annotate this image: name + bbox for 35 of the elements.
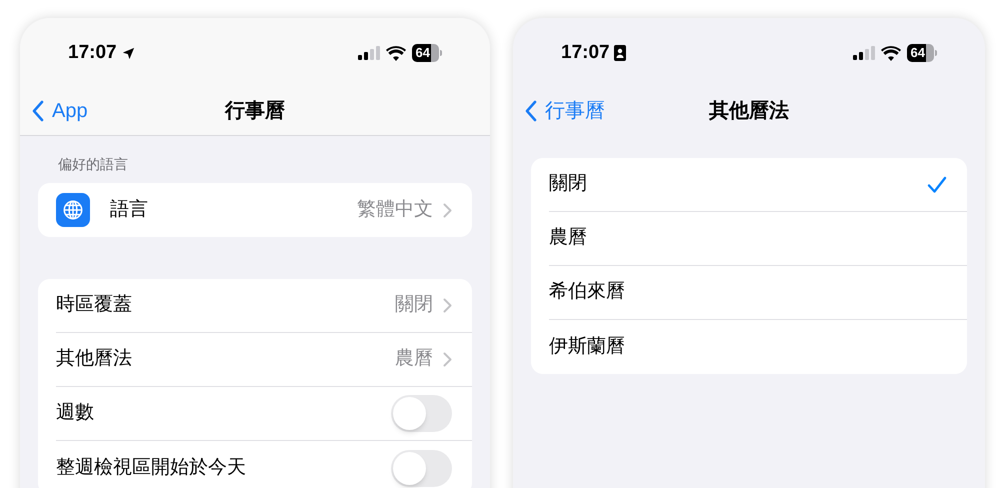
back-button[interactable]: App (20, 96, 88, 126)
location-arrow-icon (120, 46, 136, 60)
row-label: 語言 (110, 198, 148, 222)
chevron-right-icon (443, 202, 452, 218)
row-value: 關閉 (395, 293, 433, 318)
battery-indicator: 64 (906, 44, 937, 62)
status-time: 17:07 (68, 40, 117, 65)
toggle-switch[interactable] (391, 450, 452, 486)
row-value: 農曆 (395, 347, 433, 372)
row-label: 整週檢視區開始於今天 (56, 456, 246, 480)
globe-icon (56, 193, 90, 227)
page-title: 其他曆法 (709, 99, 789, 124)
page-title: 行事曆 (225, 98, 285, 124)
row-label: 時區覆蓋 (56, 293, 132, 318)
battery-indicator: 64 (412, 44, 442, 62)
id-badge-icon (614, 45, 626, 61)
wifi-icon (386, 46, 406, 60)
chevron-right-icon (443, 298, 452, 313)
row-label: 週數 (56, 401, 94, 426)
row-label[interactable]: 伊斯蘭曆 (549, 332, 625, 362)
row-label[interactable]: 關閉 (549, 170, 587, 199)
row-label: 其他曆法 (56, 347, 132, 372)
wifi-icon (880, 46, 901, 60)
row-label[interactable]: 農曆 (549, 224, 587, 253)
toggle-switch[interactable] (391, 395, 452, 432)
signal-icon (852, 46, 875, 60)
section-header: 偏好的語言 (57, 155, 129, 174)
row-label[interactable]: 希伯來曆 (549, 278, 625, 307)
status-time: 17:07 (561, 40, 610, 65)
chevron-left-icon (525, 100, 537, 122)
chevron-right-icon (443, 352, 452, 367)
signal-icon (358, 46, 380, 60)
row-value: 繁體中文 (357, 198, 433, 222)
back-button[interactable]: 行事曆 (513, 96, 605, 126)
chevron-left-icon (32, 100, 44, 122)
